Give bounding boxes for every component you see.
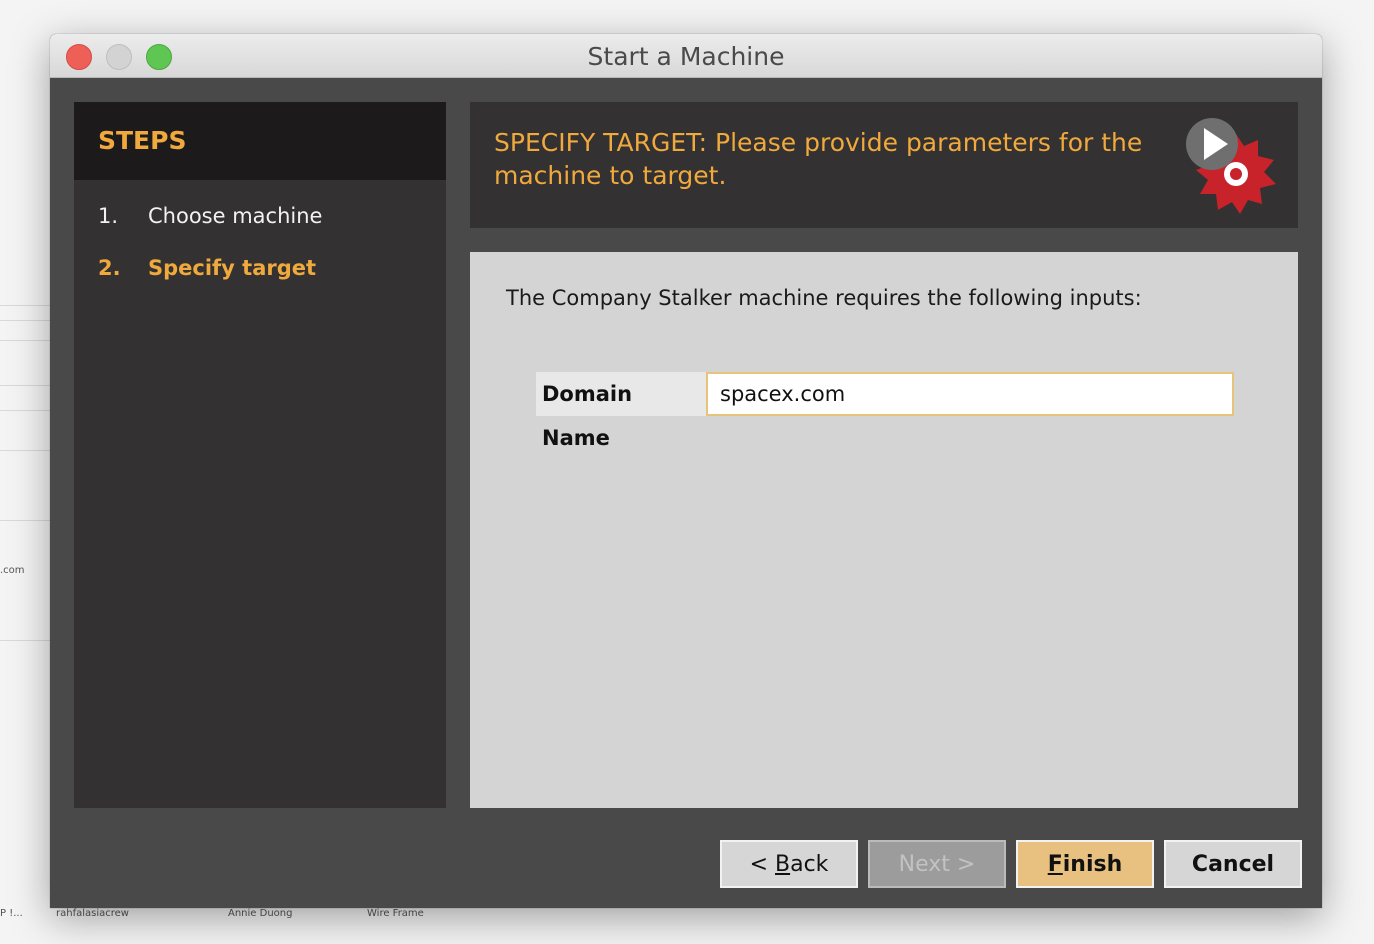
machine-gear-play-icon <box>1186 118 1276 214</box>
desktop-label: P !... <box>0 908 23 919</box>
step-label: Choose machine <box>148 204 323 228</box>
back-button[interactable]: < Back <box>720 840 858 888</box>
back-prefix: < <box>749 851 775 877</box>
steps-header: STEPS <box>74 102 446 180</box>
inputs-intro-text: The Company Stalker machine requires the… <box>506 286 1142 310</box>
next-label: Next > <box>898 851 976 877</box>
finish-button[interactable]: Finish <box>1016 840 1154 888</box>
steps-panel: STEPS 1. Choose machine 2. Specify target <box>74 102 446 808</box>
step-header-panel: SPECIFY TARGET: Please provide parameter… <box>470 102 1298 228</box>
desktop-label: Wire Frame <box>367 908 424 919</box>
step-label: Specify target <box>148 256 317 280</box>
desktop-label: .com <box>0 565 25 576</box>
next-button[interactable]: Next > <box>868 840 1006 888</box>
step-choose-machine: 1. Choose machine <box>98 204 322 228</box>
back-mnemonic: B <box>775 851 791 877</box>
steps-title: STEPS <box>98 126 187 155</box>
finish-label-rest: inish <box>1062 851 1123 877</box>
wizard-window: Start a Machine STEPS 1. Choose machine 2… <box>50 34 1322 908</box>
finish-mnemonic: F <box>1047 851 1063 877</box>
domain-name-label: Domain Name <box>536 372 706 450</box>
domain-name-row: Domain Name <box>536 372 1234 450</box>
step-specify-target: 2. Specify target <box>98 256 316 280</box>
content-panel: The Company Stalker machine requires the… <box>470 252 1298 808</box>
step-number: 1. <box>98 204 119 228</box>
desktop-label: rahfalasiacrew <box>56 908 129 919</box>
desktop-label: Annie Duong <box>228 908 293 919</box>
cancel-label: Cancel <box>1191 851 1275 877</box>
step-description: SPECIFY TARGET: Please provide parameter… <box>494 128 1143 190</box>
step-number: 2. <box>98 256 121 280</box>
title-bar[interactable]: Start a Machine <box>50 34 1322 78</box>
domain-name-input[interactable] <box>706 372 1234 416</box>
back-label-rest: ack <box>790 851 829 877</box>
window-title: Start a Machine <box>587 42 785 71</box>
cancel-button[interactable]: Cancel <box>1164 840 1302 888</box>
